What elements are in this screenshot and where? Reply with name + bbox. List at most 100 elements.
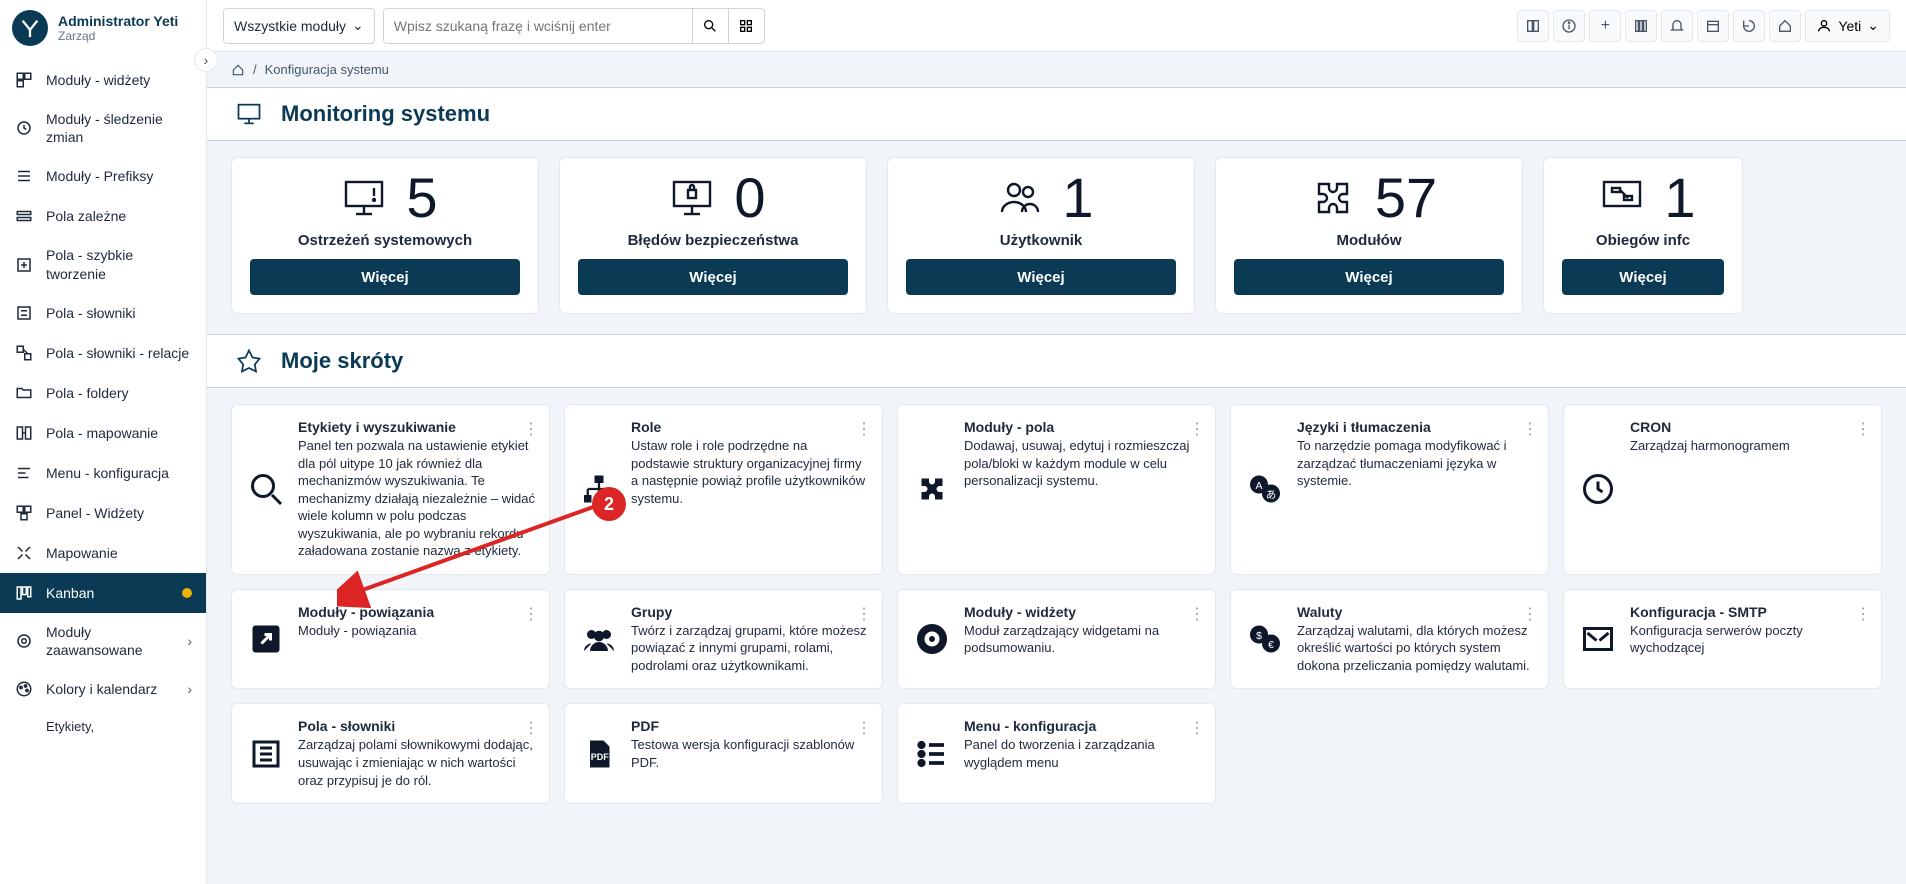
- shortcut-moduly-powiazania[interactable]: Moduły - powiązania Moduły - powiązania …: [231, 589, 550, 690]
- search-input[interactable]: [383, 8, 693, 44]
- widgets-icon: [912, 619, 952, 659]
- kebab-icon[interactable]: ⋮: [1851, 600, 1875, 628]
- shortcut-etykiety-wyszukiwanie[interactable]: Etykiety i wyszukiwanie Panel ten pozwal…: [231, 404, 550, 575]
- sidebar-item-foldery[interactable]: Pola - foldery: [0, 373, 206, 413]
- home-button[interactable]: [1769, 10, 1801, 42]
- more-button[interactable]: Więcej: [906, 259, 1176, 295]
- kebab-icon[interactable]: ⋮: [1185, 415, 1209, 443]
- module-select[interactable]: Wszystkie moduły ⌄: [223, 8, 375, 44]
- sidebar-item-label: Moduły - śledzenie zmian: [46, 110, 192, 146]
- sidebar-item-mapowanie-pol[interactable]: Pola - mapowanie: [0, 413, 206, 453]
- shortcuts-grid: Etykiety i wyszukiwanie Panel ten pozwal…: [207, 404, 1906, 804]
- annotation-badge: 2: [592, 487, 626, 521]
- monitor-card-warnings: 5 Ostrzeżeń systemowych Więcej: [231, 157, 539, 314]
- sidebar-item-label: Etykiety,: [46, 719, 192, 736]
- shortcut-desc: Zarządzaj walutami, dla których możesz o…: [1297, 622, 1534, 675]
- sidebar-item-szybkie-tworzenie[interactable]: Pola - szybkie tworzenie: [0, 236, 206, 292]
- shortcut-smtp[interactable]: Konfiguracja - SMTP Konfiguracja serweró…: [1563, 589, 1882, 690]
- sidebar-item-label: Moduły - widżety: [46, 71, 192, 89]
- sidebar-item-label: Pola - foldery: [46, 384, 192, 402]
- shortcut-desc: Zarządzaj polami słownikowymi dodając, u…: [298, 736, 535, 789]
- warning-monitor-icon: [332, 170, 396, 226]
- shortcut-jezyki[interactable]: Aあ Języki i tłumaczenia To narzędzie pom…: [1230, 404, 1549, 575]
- kebab-icon[interactable]: ⋮: [1518, 600, 1542, 628]
- shortcut-menu-konfiguracja[interactable]: Menu - konfiguracja Panel do tworzenia i…: [897, 703, 1216, 804]
- breadcrumb-home[interactable]: [231, 63, 245, 77]
- calendar-button[interactable]: [1697, 10, 1729, 42]
- monitor-label: Obiegów infc: [1596, 232, 1690, 249]
- book-button[interactable]: [1517, 10, 1549, 42]
- sidebar-item-label: Pola - mapowanie: [46, 424, 192, 442]
- shortcut-desc: Dodawaj, usuwaj, edytuj i rozmieszczaj p…: [964, 437, 1201, 490]
- sidebar-item-moduly-widzety[interactable]: Moduły - widżety: [0, 60, 206, 100]
- svg-text:$: $: [1256, 630, 1262, 642]
- kebab-icon[interactable]: ⋮: [852, 600, 876, 628]
- sidebar-item-prefiksy[interactable]: Moduły - Prefiksy: [0, 156, 206, 196]
- kebab-icon[interactable]: ⋮: [1185, 714, 1209, 742]
- library-button[interactable]: [1625, 10, 1657, 42]
- add-button[interactable]: +: [1589, 10, 1621, 42]
- kebab-icon[interactable]: ⋮: [852, 415, 876, 443]
- sidebar-item-label: Pola - słowniki - relacje: [46, 344, 192, 362]
- grid-icon: [738, 18, 754, 34]
- history-button[interactable]: [1733, 10, 1765, 42]
- info-button[interactable]: [1553, 10, 1585, 42]
- shortcut-desc: Twórz i zarządzaj grupami, które możesz …: [631, 622, 868, 675]
- sidebar-item-label: Moduły - Prefiksy: [46, 167, 192, 185]
- shortcut-desc: Panel do tworzenia i zarządzania wygląde…: [964, 736, 1201, 771]
- kebab-icon[interactable]: ⋮: [1518, 415, 1542, 443]
- more-button[interactable]: Więcej: [250, 259, 520, 295]
- monitor-card-security: 0 Błędów bezpieczeństwa Więcej: [559, 157, 867, 314]
- more-button[interactable]: Więcej: [1562, 259, 1724, 295]
- more-button[interactable]: Więcej: [1234, 259, 1504, 295]
- module-select-label: Wszystkie moduły: [234, 18, 346, 34]
- topbar: Wszystkie moduły ⌄ +: [207, 0, 1906, 52]
- shortcut-desc: To narzędzie pomaga modyfikować i zarząd…: [1297, 437, 1534, 490]
- shortcut-moduly-pola[interactable]: Moduły - pola Dodawaj, usuwaj, edytuj i …: [897, 404, 1216, 575]
- sidebar-item-kolory-kalendarz[interactable]: Kolory i kalendarz ›: [0, 669, 206, 709]
- notifications-button[interactable]: [1661, 10, 1693, 42]
- shortcut-title: Konfiguracja - SMTP: [1630, 604, 1867, 620]
- sidebar-item-moduly-zaawansowane[interactable]: Moduły zaawansowane ›: [0, 613, 206, 669]
- section-title: Moje skróty: [281, 348, 403, 374]
- advanced-search-button[interactable]: [729, 8, 765, 44]
- sidebar-item-slowniki[interactable]: Pola - słowniki: [0, 293, 206, 333]
- breadcrumb-current[interactable]: Konfiguracja systemu: [265, 62, 389, 77]
- shortcut-moduly-widzety[interactable]: Moduły - widżety Moduł zarządzający widg…: [897, 589, 1216, 690]
- user-menu[interactable]: Yeti ⌄: [1805, 10, 1890, 42]
- kebab-icon[interactable]: ⋮: [519, 600, 543, 628]
- shortcut-grupy[interactable]: Grupy Twórz i zarządzaj grupami, które m…: [564, 589, 883, 690]
- sidebar-item-label: Panel - Widżety: [46, 504, 192, 522]
- shortcut-pdf[interactable]: PDF PDF Testowa wersja konfiguracji szab…: [564, 703, 883, 804]
- sidebar-item-pola-zalezne[interactable]: Pola zależne: [0, 196, 206, 236]
- pdf-icon: PDF: [579, 734, 619, 774]
- sidebar-item-mapowanie[interactable]: Mapowanie: [0, 533, 206, 573]
- search-button[interactable]: [693, 8, 729, 44]
- kebab-icon[interactable]: ⋮: [1185, 600, 1209, 628]
- admin-name: Administrator Yeti: [58, 13, 178, 29]
- list-icon: [912, 734, 952, 774]
- sidebar-item-etykiety[interactable]: Etykiety,: [0, 709, 206, 746]
- kanban-icon: [14, 583, 34, 603]
- shortcut-cron[interactable]: CRON Zarządzaj harmonogramem ⋮: [1563, 404, 1882, 575]
- sidebar-item-sledzenie-zmian[interactable]: Moduły - śledzenie zmian: [0, 100, 206, 156]
- kebab-icon[interactable]: ⋮: [852, 714, 876, 742]
- kebab-icon[interactable]: ⋮: [1851, 415, 1875, 443]
- svg-text:あ: あ: [1266, 489, 1277, 501]
- sidebar-item-menu-konfiguracja[interactable]: Menu - konfiguracja: [0, 453, 206, 493]
- shortcut-title: CRON: [1630, 419, 1867, 435]
- sidebar-toggle[interactable]: ›: [194, 48, 218, 72]
- dependent-fields-icon: [14, 206, 34, 226]
- sidebar-item-panel-widzety[interactable]: Panel - Widżety: [0, 493, 206, 533]
- monitor-card-modules: 57 Modułów Więcej: [1215, 157, 1523, 314]
- shortcut-pola-slowniki[interactable]: Pola - słowniki Zarządzaj polami słownik…: [231, 703, 550, 804]
- more-button[interactable]: Więcej: [578, 259, 848, 295]
- sidebar-item-kanban[interactable]: Kanban: [0, 573, 206, 613]
- sidebar-item-slowniki-relacje[interactable]: Pola - słowniki - relacje: [0, 333, 206, 373]
- kebab-icon[interactable]: ⋮: [519, 714, 543, 742]
- info-icon: [1561, 18, 1577, 34]
- content: Monitoring systemu 5 Ostrzeżeń systemowy…: [207, 87, 1906, 884]
- shortcut-title: Moduły - widżety: [964, 604, 1201, 620]
- kebab-icon[interactable]: ⋮: [519, 415, 543, 443]
- shortcut-waluty[interactable]: $€ Waluty Zarządzaj walutami, dla któryc…: [1230, 589, 1549, 690]
